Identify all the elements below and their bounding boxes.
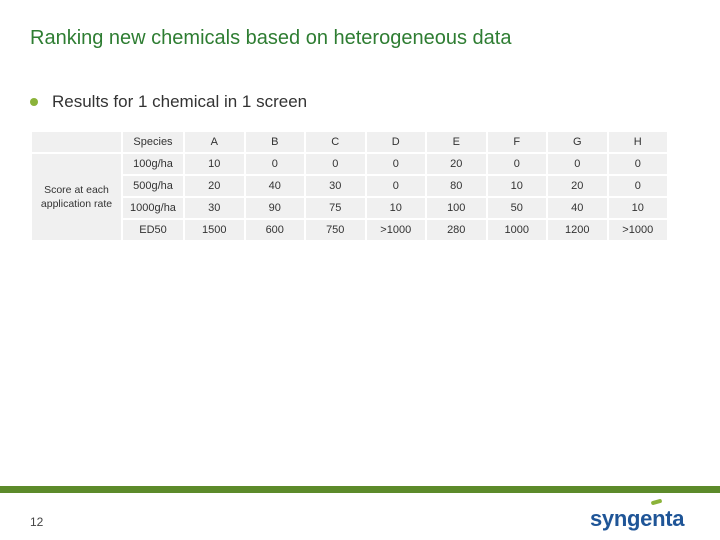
table-cell: 30 (306, 176, 365, 196)
table-cell: 0 (306, 154, 365, 174)
species-f: F (487, 132, 546, 152)
table-cell: 10 (185, 154, 244, 174)
table-cell: 10 (487, 176, 546, 196)
rate-label: 1000g/ha (123, 198, 183, 218)
page-number: 12 (30, 515, 44, 529)
table-cell: 0 (548, 154, 607, 174)
table-cell: 40 (548, 198, 607, 218)
table-cell: 20 (185, 176, 244, 196)
table-corner-cell (32, 132, 121, 152)
table-row: 1000g/ha 30 90 75 10 100 50 40 10 (32, 198, 667, 218)
table-cell: 40 (245, 176, 304, 196)
species-h: H (608, 132, 667, 152)
species-c: C (306, 132, 365, 152)
table-cell: 0 (366, 154, 425, 174)
table-cell: 10 (608, 198, 667, 218)
table-cell: 80 (427, 176, 486, 196)
species-g: G (548, 132, 607, 152)
table-cell: >1000 (608, 220, 667, 240)
table-row: Score at each application rate 100g/ha 1… (32, 154, 667, 240)
table-cell: 100 (427, 198, 486, 218)
bullet-dot-icon (30, 98, 38, 106)
table-cell: 50 (487, 198, 546, 218)
table-cell: 0 (245, 154, 304, 174)
footer-bar (0, 486, 720, 493)
table-cell: 0 (487, 154, 546, 174)
table-row: ED50 1500 600 750 >1000 280 1000 1200 >1… (32, 220, 667, 240)
table-cell: 90 (245, 198, 304, 218)
table-cell: 280 (427, 220, 486, 240)
rate-label: 500g/ha (123, 176, 183, 196)
row-group-label: Score at each application rate (32, 154, 121, 240)
syngenta-logo: syngenta (590, 506, 685, 531)
table-cell: 1200 (548, 220, 607, 240)
species-e: E (427, 132, 486, 152)
bullet-text: Results for 1 chemical in 1 screen (52, 92, 308, 111)
table-cell: 0 (366, 176, 425, 196)
table-cell: 0 (608, 154, 667, 174)
table-cell: >1000 (366, 220, 425, 240)
table-cell: 75 (306, 198, 365, 218)
table-cell: 1500 (185, 220, 244, 240)
table-cell: 0 (608, 176, 667, 196)
species-header: Species (123, 132, 183, 152)
table-cell: 30 (185, 198, 244, 218)
table-cell: 600 (245, 220, 304, 240)
rate-label: 100g/ha (123, 154, 183, 174)
slide-title: Ranking new chemicals based on heterogen… (30, 27, 512, 49)
table-header-row: Species A B C D E F G H (32, 132, 667, 152)
logo-accent-icon (650, 498, 663, 506)
results-table: Species A B C D E F G H Score at each ap… (30, 130, 669, 242)
table-row: 500g/ha 20 40 30 0 80 10 20 0 (32, 176, 667, 196)
table-cell: 1000 (487, 220, 546, 240)
table-cell: 20 (427, 154, 486, 174)
bullet-item: Results for 1 chemical in 1 screen (30, 92, 307, 112)
rate-label: ED50 (123, 220, 183, 240)
table-cell: 750 (306, 220, 365, 240)
species-d: D (366, 132, 425, 152)
table-cell: 10 (366, 198, 425, 218)
species-a: A (185, 132, 244, 152)
species-b: B (245, 132, 304, 152)
table-cell: 20 (548, 176, 607, 196)
